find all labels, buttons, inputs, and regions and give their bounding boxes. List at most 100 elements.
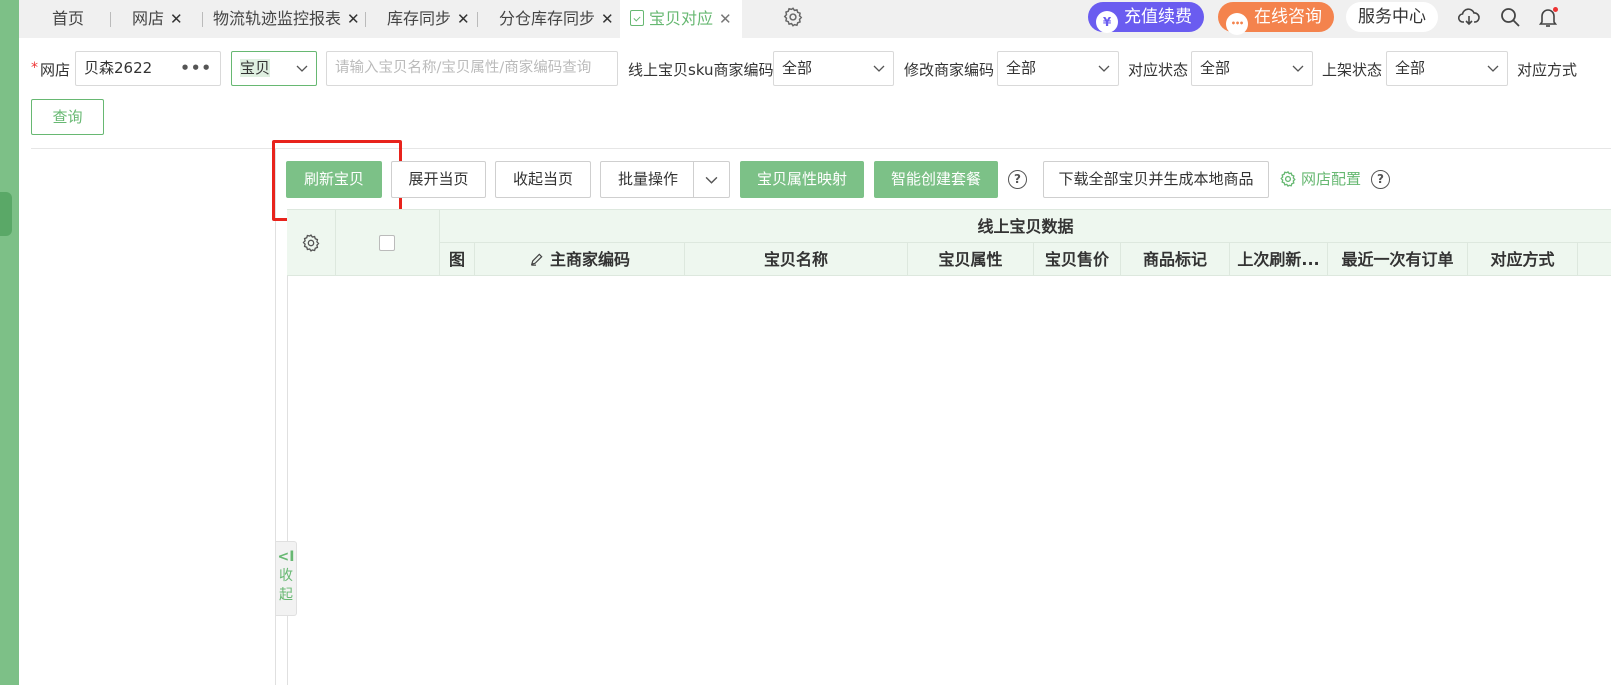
col-attrs: 宝贝属性 (908, 243, 1034, 276)
sku-code-value: 全部 (782, 59, 813, 77)
gear-icon[interactable] (301, 233, 321, 253)
collapse-left-icon: <I (277, 549, 295, 565)
divider (31, 148, 1611, 149)
gear-icon[interactable] (782, 6, 804, 28)
sku-code-label: 线上宝贝sku商家编码 (628, 61, 774, 79)
shop-label: 网店 (40, 61, 71, 79)
close-icon[interactable]: ✕ (347, 10, 360, 28)
more-icon[interactable]: ••• (180, 52, 212, 85)
modify-code-label: 修改商家编码 (904, 61, 995, 79)
sidebar-drag-handle[interactable] (0, 192, 12, 236)
recharge-button[interactable]: ¥ 充值续费 (1088, 2, 1204, 33)
download-all-button[interactable]: 下载全部宝贝并生成本地商品 (1043, 161, 1269, 198)
column-settings-cell (287, 210, 336, 276)
smart-bundle-button[interactable]: 智能创建套餐 (874, 161, 998, 198)
batch-dropdown-toggle[interactable] (693, 162, 729, 197)
col-last-refresh: 上次刷新... (1230, 243, 1328, 276)
col-match-method: 对应方式 (1468, 243, 1578, 276)
left-rail (0, 0, 19, 685)
required-mark: * (31, 60, 38, 76)
tab-divider (365, 12, 366, 27)
match-method-label: 对应方式 (1517, 61, 1578, 79)
modify-code-value: 全部 (1006, 59, 1037, 77)
tab-warehouse-sync-label: 分仓库存同步 (499, 9, 596, 28)
tab-stock-sync[interactable]: 库存同步 ✕ (387, 0, 470, 38)
chevron-down-icon (1292, 65, 1304, 72)
col-recent-order: 最近一次有订单 (1328, 243, 1468, 276)
tab-logistics[interactable]: 物流轨迹监控报表 ✕ (213, 0, 360, 38)
chat-bubble-icon: ••• (1226, 13, 1248, 35)
tab-shop[interactable]: 网店 ✕ (132, 0, 183, 38)
search-icon[interactable] (1498, 5, 1522, 29)
listing-status-select[interactable]: 全部 (1386, 51, 1508, 86)
document-check-icon (630, 10, 644, 26)
tab-item-match[interactable]: 宝贝对应 ✕ (620, 0, 742, 38)
recharge-label: 充值续费 (1124, 7, 1192, 27)
col-main-code[interactable]: 主商家编码 (475, 243, 685, 276)
chevron-down-icon (1487, 65, 1499, 72)
sku-code-select[interactable]: 全部 (773, 51, 894, 86)
help-icon[interactable]: ? (1371, 170, 1390, 189)
query-button[interactable]: 查询 (31, 99, 104, 135)
online-item-data-header: 线上宝贝数据 (440, 210, 1611, 243)
tab-divider (477, 12, 478, 27)
table-header: 线上宝贝数据 图 主商家编码 宝贝名称 宝贝属性 宝贝售价 商品标记 上次刷新.… (287, 209, 1611, 276)
table-body (287, 276, 1611, 685)
help-icon[interactable]: ? (1008, 170, 1027, 189)
service-center-button[interactable]: 服务中心 (1346, 2, 1438, 32)
tab-divider (110, 12, 111, 27)
shop-value: 贝森2622 (84, 59, 153, 77)
close-icon[interactable]: ✕ (719, 10, 732, 28)
collapse-page-button[interactable]: 收起当页 (495, 161, 591, 198)
chevron-down-icon (705, 176, 718, 184)
collapse-label-2: 起 (279, 587, 293, 603)
batch-operation-dropdown[interactable]: 批量操作 (600, 161, 730, 198)
consult-label: 在线咨询 (1254, 7, 1322, 27)
match-status-value: 全部 (1200, 59, 1231, 77)
chevron-down-icon (873, 65, 885, 72)
tab-stock-sync-label: 库存同步 (387, 9, 452, 28)
attr-mapping-button[interactable]: 宝贝属性映射 (740, 161, 864, 198)
type-select[interactable]: 宝贝 (231, 51, 317, 86)
close-icon[interactable]: ✕ (601, 10, 614, 28)
col-price: 宝贝售价 (1034, 243, 1121, 276)
consult-button[interactable]: ••• 在线咨询 (1218, 2, 1334, 35)
shop-selector[interactable]: 贝森2622 ••• (75, 51, 221, 86)
shop-config-label: 网店配置 (1301, 170, 1362, 188)
type-select-value: 宝贝 (240, 59, 271, 77)
chevron-down-icon (296, 65, 308, 72)
tab-home-label: 首页 (52, 9, 85, 28)
listing-status-value: 全部 (1395, 59, 1426, 77)
tab-logistics-label: 物流轨迹监控报表 (213, 9, 342, 28)
collapse-panel-button[interactable]: <I 收 起 (276, 541, 297, 616)
expand-page-button[interactable]: 展开当页 (391, 161, 486, 198)
money-bag-icon: ¥ (1096, 11, 1118, 33)
close-icon[interactable]: ✕ (170, 10, 183, 28)
tab-divider (202, 12, 203, 27)
pencil-icon (530, 253, 543, 266)
col-image: 图 (440, 243, 475, 276)
tab-shop-label: 网店 (132, 9, 165, 28)
bell-icon[interactable] (1536, 5, 1560, 29)
match-status-select[interactable]: 全部 (1191, 51, 1313, 86)
batch-operation-label: 批量操作 (618, 170, 679, 188)
modify-code-select[interactable]: 全部 (997, 51, 1119, 86)
search-placeholder: 请输入宝贝名称/宝贝属性/商家编码查询 (335, 60, 592, 76)
collapse-label-1: 收 (279, 568, 293, 584)
gear-icon (1280, 170, 1296, 188)
cloud-download-icon[interactable] (1457, 5, 1481, 29)
search-input[interactable]: 请输入宝贝名称/宝贝属性/商家编码查询 (326, 51, 618, 86)
tab-item-match-label: 宝贝对应 (649, 9, 714, 28)
chevron-down-icon (1098, 65, 1110, 72)
tab-warehouse-sync[interactable]: 分仓库存同步 ✕ (499, 0, 614, 38)
col-main-code-label: 主商家编码 (549, 250, 630, 269)
col-name: 宝贝名称 (685, 243, 908, 276)
tab-home[interactable]: 首页 (52, 0, 84, 38)
listing-status-label: 上架状态 (1322, 61, 1383, 79)
match-status-label: 对应状态 (1128, 61, 1189, 79)
close-icon[interactable]: ✕ (457, 10, 470, 28)
select-all-cell (336, 210, 440, 276)
select-all-checkbox[interactable] (379, 235, 395, 251)
col-mark: 商品标记 (1121, 243, 1230, 276)
shop-config-link[interactable]: 网店配置 (1279, 168, 1361, 189)
